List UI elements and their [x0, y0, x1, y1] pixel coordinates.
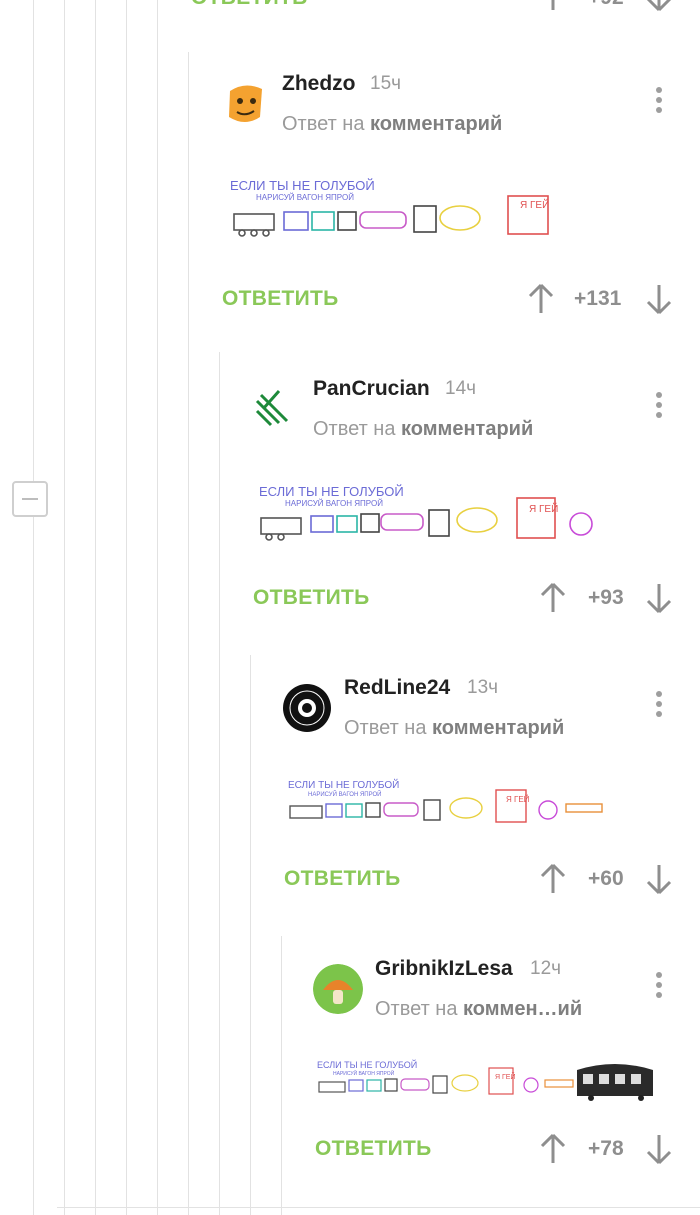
username[interactable]: RedLine24 — [344, 676, 450, 700]
downvote-arrow-icon[interactable] — [646, 283, 672, 315]
thread-line — [219, 352, 220, 1215]
image-caption: НАРИСУЙ ВАГОН ЯПРОЙ — [285, 499, 383, 508]
image-caption: ЕСЛИ ТЫ НЕ ГОЛУБОЙ — [230, 178, 375, 193]
avatar[interactable] — [251, 381, 301, 431]
comment-image[interactable]: ЕСЛИ ТЫ НЕ ГОЛУБОЙ НАРИСУЙ ВАГОН ЯПРОЙ Я… — [315, 1052, 655, 1102]
reply-target-link[interactable]: комментарий — [401, 418, 533, 440]
reply-target-link[interactable]: коммен…ий — [463, 998, 582, 1020]
image-caption: ЕСЛИ ТЫ НЕ ГОЛУБОЙ — [288, 778, 399, 791]
reply-to-text: Ответ на комментарий — [313, 418, 533, 441]
upvote-arrow-icon[interactable] — [528, 283, 554, 315]
thread-line — [281, 936, 282, 1215]
black-round-logo-avatar-icon — [283, 684, 331, 732]
thread-line — [250, 655, 251, 1215]
avatar[interactable] — [313, 964, 363, 1014]
more-options-icon[interactable] — [654, 392, 664, 422]
comment-time: 12ч — [530, 958, 562, 979]
reply-button[interactable]: ОТВЕТИТЬ — [191, 0, 308, 10]
image-caption: НАРИСУЙ ВАГОН ЯПРОЙ — [256, 193, 354, 202]
thread-line — [33, 0, 34, 1215]
thread-line — [126, 0, 127, 1215]
more-options-icon[interactable] — [654, 972, 664, 1002]
upvote-arrow-icon[interactable] — [540, 0, 566, 12]
rating-value: +93 — [588, 586, 624, 609]
reply-prefix: Ответ на — [375, 998, 458, 1020]
thread-line — [188, 52, 189, 1215]
comment-time: 13ч — [467, 677, 499, 698]
downvote-arrow-icon[interactable] — [646, 582, 672, 614]
downvote-arrow-icon[interactable] — [646, 863, 672, 895]
rating-value: +78 — [588, 1137, 624, 1160]
thread-line — [95, 0, 96, 1215]
avatar[interactable] — [282, 683, 332, 733]
reply-target-link[interactable]: комментарий — [370, 113, 502, 135]
orange-creature-avatar-icon — [220, 77, 270, 127]
upvote-arrow-icon[interactable] — [540, 1133, 566, 1165]
thread-bottom-border — [57, 1207, 700, 1208]
image-caption: ЕСЛИ ТЫ НЕ ГОЛУБОЙ — [259, 484, 404, 499]
downvote-arrow-icon[interactable] — [646, 0, 672, 12]
collapse-thread-button[interactable] — [12, 481, 48, 517]
rating-value: +131 — [574, 287, 622, 310]
image-caption: Я ГЕЙ — [495, 1072, 516, 1081]
reply-target-link[interactable]: комментарий — [432, 717, 564, 739]
thread-line — [64, 0, 65, 1215]
green-lines-avatar-icon — [251, 381, 301, 431]
more-options-icon[interactable] — [654, 87, 664, 117]
reply-to-text: Ответ на комментарий — [344, 717, 564, 740]
username[interactable]: Zhedzo — [282, 72, 356, 96]
comment-image[interactable]: ЕСЛИ ТЫ НЕ ГОЛУБОЙ НАРИСУЙ ВАГОН ЯПРОЙ Я… — [255, 472, 605, 554]
image-caption: НАРИСУЙ ВАГОН ЯПРОЙ — [308, 790, 381, 798]
username[interactable]: GribnikIzLesa — [375, 957, 513, 981]
image-caption: Я ГЕЙ — [529, 502, 558, 515]
image-caption: НАРИСУЙ ВАГОН ЯПРОЙ — [333, 1069, 395, 1077]
train-car-sketch — [577, 1064, 653, 1101]
image-caption: ЕСЛИ ТЫ НЕ ГОЛУБОЙ — [317, 1059, 417, 1070]
avatar[interactable] — [220, 77, 270, 127]
upvote-arrow-icon[interactable] — [540, 863, 566, 895]
comment-image[interactable]: ЕСЛИ ТЫ НЕ ГОЛУБОЙ НАРИСУЙ ВАГОН ЯПРОЙ Я… — [224, 166, 554, 256]
reply-prefix: Ответ на — [344, 717, 427, 739]
username[interactable]: PanCrucian — [313, 377, 430, 401]
mushroom-avatar-icon — [313, 964, 363, 1014]
rating-value: +92 — [588, 0, 624, 10]
reply-button[interactable]: ОТВЕТИТЬ — [284, 867, 401, 891]
reply-to-text: Ответ на комментарий — [282, 113, 502, 136]
comment-time: 14ч — [445, 378, 477, 399]
comment-image[interactable]: ЕСЛИ ТЫ НЕ ГОЛУБОЙ НАРИСУЙ ВАГОН ЯПРОЙ Я… — [286, 770, 608, 830]
reply-button[interactable]: ОТВЕТИТЬ — [253, 586, 370, 610]
reply-button[interactable]: ОТВЕТИТЬ — [222, 287, 339, 311]
downvote-arrow-icon[interactable] — [646, 1133, 672, 1165]
reply-prefix: Ответ на — [282, 113, 365, 135]
reply-to-text: Ответ на коммен…ий — [375, 998, 582, 1021]
more-options-icon[interactable] — [654, 691, 664, 721]
image-caption: Я ГЕЙ — [506, 795, 530, 804]
reply-button[interactable]: ОТВЕТИТЬ — [315, 1137, 432, 1161]
reply-prefix: Ответ на — [313, 418, 396, 440]
comment-time: 15ч — [370, 73, 402, 94]
upvote-arrow-icon[interactable] — [540, 582, 566, 614]
minus-icon — [22, 498, 38, 500]
rating-value: +60 — [588, 867, 624, 890]
image-caption: Я ГЕЙ — [520, 198, 549, 211]
thread-line — [157, 0, 158, 1215]
